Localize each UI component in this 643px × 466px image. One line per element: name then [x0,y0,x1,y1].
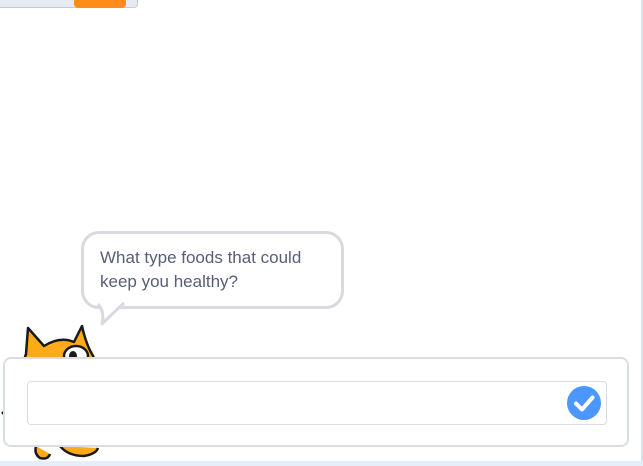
speech-bubble: What type foods that could keep you heal… [81,231,344,309]
ask-answer-input[interactable] [27,381,607,425]
speech-bubble-text: What type foods that could keep you heal… [100,248,302,291]
checkmark-icon [574,395,595,412]
stage[interactable]: What type foods that could keep you heal… [0,0,643,466]
variable-monitor-value [74,0,126,8]
variable-monitor[interactable] [0,0,138,8]
ask-submit-button[interactable] [567,386,601,420]
ask-prompt-box [3,357,629,447]
stage-bottom-border [0,461,643,466]
